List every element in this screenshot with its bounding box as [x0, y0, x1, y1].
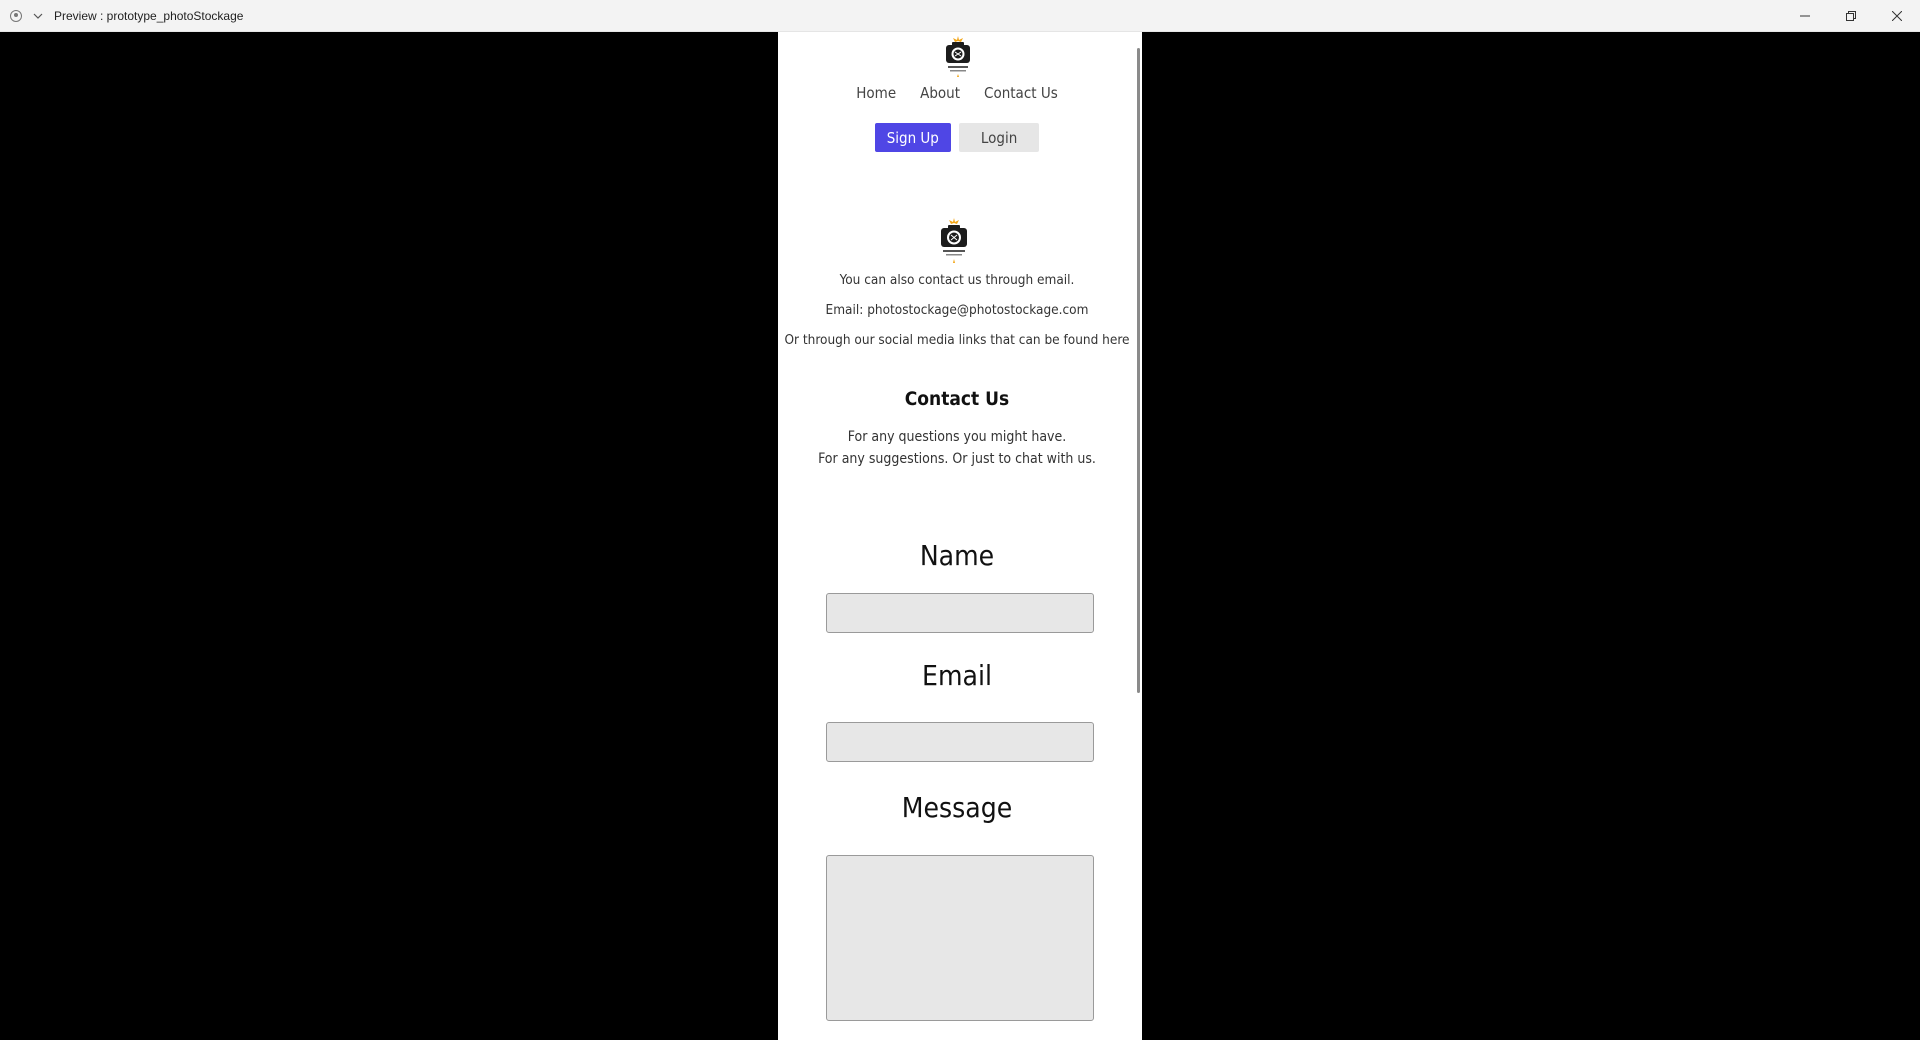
chevron-down-icon[interactable]: [32, 10, 44, 22]
window-controls: [1782, 0, 1920, 32]
email-input[interactable]: [826, 722, 1094, 762]
preview-viewport: Home About Contact Us Sign Up Login You …: [778, 32, 1142, 1040]
auth-buttons: Sign Up Login: [778, 123, 1136, 152]
message-textarea[interactable]: [826, 855, 1094, 1021]
login-button[interactable]: Login: [958, 123, 1040, 152]
close-icon[interactable]: [1874, 0, 1920, 32]
camera-logo-icon[interactable]: [943, 36, 973, 78]
sign-up-button[interactable]: Sign Up: [874, 123, 951, 152]
name-label: Name: [919, 539, 995, 572]
email-label: Email: [922, 659, 992, 692]
section-subtitle-line: For any suggestions. Or just to chat wit…: [818, 451, 1096, 467]
camera-logo-icon: [938, 218, 970, 264]
contact-email-line[interactable]: Email: photostockage@photostockage.com: [778, 302, 1136, 318]
name-input[interactable]: [826, 593, 1094, 633]
restore-icon[interactable]: [1828, 0, 1874, 32]
scrollbar[interactable]: [1137, 48, 1140, 693]
nav-contact-us[interactable]: Contact Us: [984, 84, 1058, 102]
nav-home[interactable]: Home: [856, 84, 896, 102]
message-label: Message: [901, 791, 1013, 824]
section-title: Contact Us: [904, 388, 1010, 410]
contact-social-line[interactable]: Or through our social media links that c…: [778, 332, 1136, 348]
main-nav: Home About Contact Us: [778, 84, 1136, 102]
window-title-bar: Preview : prototype_photoStockage: [0, 0, 1920, 32]
minimize-icon[interactable]: [1782, 0, 1828, 32]
nav-about[interactable]: About: [920, 84, 960, 102]
contact-info-line: You can also contact us through email.: [839, 272, 1075, 288]
window-title: Preview : prototype_photoStockage: [54, 8, 244, 23]
app-icon: [10, 9, 22, 22]
section-subtitle-line: For any questions you might have.: [847, 429, 1067, 445]
